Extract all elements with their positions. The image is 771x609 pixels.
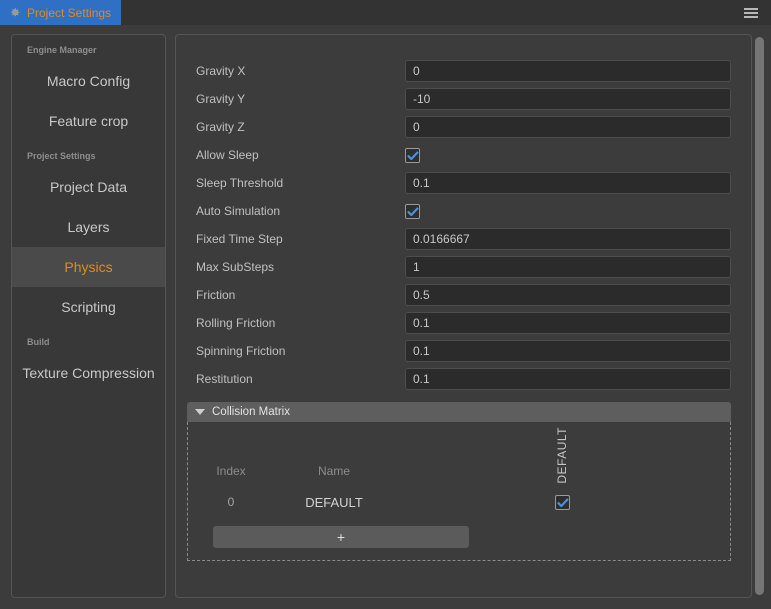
- form-row: Rolling Friction: [187, 309, 731, 337]
- collision-matrix-body: Index Name DEFAULT 0 DEFAULT +: [187, 422, 731, 561]
- form-row: Max SubSteps: [187, 253, 731, 281]
- sidebar-item-feature-crop[interactable]: Feature crop: [12, 101, 165, 141]
- form-row: Auto Simulation: [187, 197, 731, 225]
- column-header-name: Name: [317, 464, 350, 478]
- checkbox-auto-simulation[interactable]: [405, 203, 420, 219]
- input-gravity-x[interactable]: [405, 60, 731, 82]
- form-row: Sleep Threshold: [187, 169, 731, 197]
- physics-settings-form: Gravity X Gravity Y Gravity Z Allow Sleep Sl…: [176, 35, 751, 393]
- field-control: [405, 147, 731, 163]
- input-friction[interactable]: [405, 284, 731, 306]
- field-label: Auto Simulation: [196, 204, 281, 218]
- sidebar-item-scripting[interactable]: Scripting: [12, 287, 165, 327]
- sidebar-section-title: Project Settings: [27, 151, 96, 161]
- input-max-substeps[interactable]: [405, 256, 731, 278]
- field-label: Gravity X: [196, 64, 246, 78]
- sidebar-section-title: Engine Manager: [27, 45, 97, 55]
- matrix-cell: [394, 494, 730, 510]
- input-spinning-friction[interactable]: [405, 340, 731, 362]
- input-gravity-z[interactable]: [405, 116, 731, 138]
- matrix-column-header: DEFAULT: [394, 427, 730, 484]
- field-label: Spinning Friction: [196, 344, 286, 358]
- field-control: [405, 60, 731, 82]
- field-control: [405, 203, 731, 219]
- sidebar-item-project-data[interactable]: Project Data: [12, 167, 165, 207]
- input-gravity-y[interactable]: [405, 88, 731, 110]
- hamburger-bar: [744, 15, 758, 18]
- input-fixed-time-step[interactable]: [405, 228, 731, 250]
- collision-matrix-header[interactable]: Collision Matrix: [187, 402, 731, 422]
- checkbox-allow-sleep[interactable]: [405, 147, 420, 163]
- sidebar: Engine Manager Macro Config Feature crop Pr…: [11, 34, 166, 598]
- tab-label: Project Settings: [27, 5, 112, 20]
- field-label: Max SubSteps: [196, 260, 275, 274]
- gear-icon: [8, 6, 21, 19]
- form-row: Spinning Friction: [187, 337, 731, 365]
- titlebar: Project Settings: [0, 0, 771, 25]
- field-label: Fixed Time Step: [196, 232, 283, 246]
- form-row: Friction: [187, 281, 731, 309]
- input-rolling-friction[interactable]: [405, 312, 731, 334]
- column-header-index: Index: [216, 464, 246, 478]
- collision-matrix-section: Collision Matrix Index Name DEFAULT 0 DEFAUL…: [187, 402, 731, 561]
- field-control: [405, 172, 731, 194]
- hamburger-bar: [744, 11, 758, 14]
- field-control: [405, 368, 731, 390]
- collision-matrix-column-headers: Index Name DEFAULT: [188, 427, 730, 484]
- sidebar-item-macro-config[interactable]: Macro Config: [12, 61, 165, 101]
- field-control: [405, 312, 731, 334]
- form-row: Fixed Time Step: [187, 225, 731, 253]
- checkbox-collision-default[interactable]: [554, 494, 570, 510]
- collision-matrix-title: Collision Matrix: [212, 406, 290, 418]
- form-row: Restitution: [187, 365, 731, 393]
- input-sleep-threshold[interactable]: [405, 172, 731, 194]
- settings-content-panel: Gravity X Gravity Y Gravity Z Allow Sleep Sl…: [175, 34, 752, 598]
- field-label: Restitution: [196, 372, 253, 386]
- field-label: Gravity Y: [196, 92, 246, 106]
- vertical-scrollbar[interactable]: [755, 34, 765, 600]
- form-row: Allow Sleep: [187, 141, 731, 169]
- cell-index: 0: [227, 495, 235, 509]
- field-label: Gravity Z: [196, 120, 245, 134]
- field-label: Friction: [196, 288, 236, 302]
- field-control: [405, 116, 731, 138]
- sidebar-section-title: Build: [27, 337, 50, 347]
- field-label: Sleep Threshold: [196, 176, 284, 190]
- input-restitution[interactable]: [405, 368, 731, 390]
- form-row: Gravity Z: [187, 113, 731, 141]
- field-control: [405, 88, 731, 110]
- field-control: [405, 228, 731, 250]
- project-settings-window: Project Settings Engine Manager Macro Con…: [0, 0, 771, 609]
- table-row: 0 DEFAULT: [188, 484, 730, 520]
- hamburger-bar: [744, 7, 758, 10]
- form-row: Gravity Y: [187, 85, 731, 113]
- form-row: Gravity X: [187, 57, 731, 85]
- add-layer-button[interactable]: +: [213, 526, 469, 548]
- field-control: [405, 284, 731, 306]
- sidebar-item-texture-compression[interactable]: Texture Compression: [12, 353, 165, 393]
- sidebar-item-layers[interactable]: Layers: [12, 207, 165, 247]
- tab-project-settings[interactable]: Project Settings: [0, 0, 122, 25]
- cell-name: DEFAULT: [305, 494, 363, 510]
- field-label: Allow Sleep: [196, 148, 259, 162]
- scrollbar-thumb[interactable]: [755, 37, 764, 595]
- sidebar-item-physics[interactable]: Physics: [12, 247, 165, 287]
- field-control: [405, 340, 731, 362]
- matrix-column-label: DEFAULT: [555, 427, 569, 484]
- titlebar-spacer: [121, 0, 731, 25]
- field-label: Rolling Friction: [196, 316, 276, 330]
- chevron-down-icon[interactable]: [195, 409, 205, 415]
- field-control: [405, 256, 731, 278]
- hamburger-menu-icon[interactable]: [731, 0, 771, 25]
